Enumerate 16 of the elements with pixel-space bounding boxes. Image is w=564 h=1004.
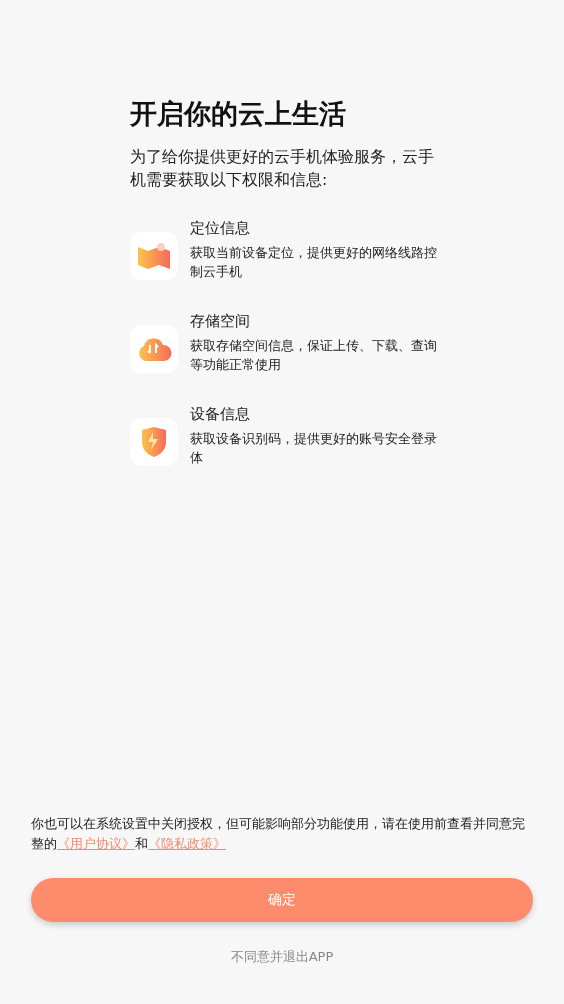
page-title: 开启你的云上生活 [130, 97, 347, 131]
cloud-icon [136, 336, 172, 362]
policy-link[interactable]: 《隐私政策》 [148, 836, 226, 851]
map-icon [137, 241, 171, 271]
permission-title: 设备信息 [190, 405, 251, 424]
permission-description: 获取设备识别码，提供更好的账号安全登录体 [190, 430, 438, 467]
exit-link[interactable]: 不同意并退出APP [230, 948, 334, 966]
consent-notice: 你也可以在系统设置中关闭授权，但可能影响部分功能使用，请在使用前查看并同意完整的《用户协议》和《隐私政策》 [31, 815, 526, 853]
permission-description: 获取当前设备定位，提供更好的网络线路控制云手机 [190, 244, 438, 281]
permission-description: 获取存储空间信息，保证上传、下载、查询等功能正常使用 [190, 337, 438, 374]
policy-link[interactable]: 《用户协议》 [57, 836, 135, 851]
intro-text: 为了给你提供更好的云手机体验服务，云手机需要获取以下权限和信息: [130, 147, 435, 191]
permission-title: 定位信息 [190, 219, 251, 238]
permission-title: 存储空间 [190, 312, 251, 331]
confirm-button[interactable]: 确定 [31, 878, 533, 922]
shield-icon [140, 426, 168, 458]
